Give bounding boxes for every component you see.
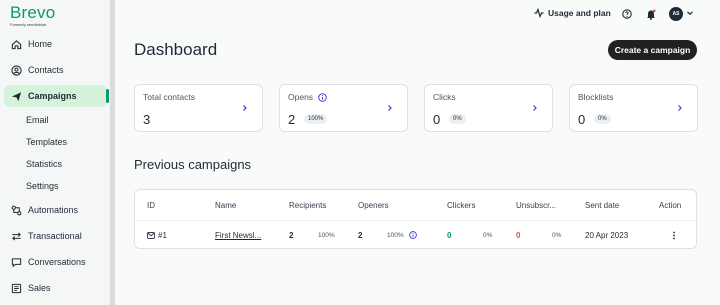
sidebar-item-transactional[interactable]: Transactional bbox=[4, 225, 107, 247]
sidebar-item-label: Sales bbox=[28, 283, 51, 293]
section-title: Previous campaigns bbox=[134, 157, 252, 172]
email-icon bbox=[147, 232, 155, 239]
stat-card-opens[interactable]: Opens 2 100% bbox=[279, 84, 408, 132]
column-header-sent-date: Sent date bbox=[585, 201, 620, 210]
stat-value: 3 bbox=[143, 112, 151, 127]
sidebar-item-label: Home bbox=[28, 39, 53, 49]
sidebar-item-contacts[interactable]: Contacts bbox=[4, 59, 107, 81]
column-header-openers: Openers bbox=[358, 201, 389, 210]
automation-icon bbox=[10, 204, 22, 216]
recipients-pct: 100% bbox=[318, 232, 335, 239]
column-header-clickers: Clickers bbox=[447, 201, 476, 210]
stat-card-blocklists[interactable]: Blocklists 0 0% bbox=[569, 84, 698, 132]
brevo-logo[interactable]: Brevo Formerly sendinblue bbox=[10, 4, 55, 27]
help-button[interactable] bbox=[621, 8, 633, 20]
home-icon bbox=[10, 38, 22, 50]
stat-label: Blocklists bbox=[578, 92, 614, 102]
sidebar-item-label: Conversations bbox=[28, 257, 86, 267]
info-icon[interactable] bbox=[318, 92, 327, 102]
send-icon bbox=[10, 90, 22, 102]
stat-badge: 100% bbox=[304, 114, 328, 124]
sidebar-scrollbar[interactable] bbox=[110, 0, 115, 305]
clickers-count: 0 bbox=[447, 231, 452, 240]
sidebar-item-home[interactable]: Home bbox=[4, 33, 107, 55]
sidebar-item-label: Automations bbox=[28, 205, 79, 215]
chat-icon bbox=[10, 256, 22, 268]
transactional-icon bbox=[10, 230, 22, 242]
campaigns-table: ID Name Recipients Openers Clickers Unsu… bbox=[134, 189, 697, 249]
column-header-name: Name bbox=[215, 201, 237, 210]
contacts-icon bbox=[10, 64, 22, 76]
column-header-action: Action bbox=[659, 201, 682, 210]
subnav-item-templates[interactable]: Templates bbox=[26, 137, 67, 147]
stat-value: 0 bbox=[578, 112, 586, 127]
info-icon[interactable] bbox=[409, 231, 417, 239]
sidebar-item-campaigns[interactable]: Campaigns bbox=[4, 85, 109, 107]
logo-wordmark: Brevo bbox=[10, 3, 56, 22]
sidebar-item-conversations[interactable]: Conversations bbox=[4, 251, 107, 273]
subnav-item-email[interactable]: Email bbox=[26, 115, 49, 125]
chevron-right-icon bbox=[388, 105, 392, 111]
row-id: #1 bbox=[158, 231, 167, 240]
avatar[interactable]: AS bbox=[669, 7, 683, 21]
subnav-item-statistics[interactable]: Statistics bbox=[26, 159, 62, 169]
openers-count: 2 bbox=[358, 231, 363, 240]
usage-and-plan-button[interactable]: Usage and plan bbox=[534, 8, 611, 18]
stat-label: Total contacts bbox=[143, 92, 195, 102]
activity-icon bbox=[534, 8, 544, 18]
sales-icon bbox=[10, 282, 22, 294]
openers-pct: 100% bbox=[387, 232, 404, 239]
stat-value: 0 bbox=[433, 112, 441, 127]
chevron-down-icon[interactable] bbox=[686, 9, 694, 17]
sidebar-item-label: Contacts bbox=[28, 65, 64, 75]
sidebar-item-label: Campaigns bbox=[28, 91, 77, 101]
help-icon bbox=[622, 9, 632, 19]
subnav-item-settings[interactable]: Settings bbox=[26, 181, 59, 191]
bell-icon bbox=[647, 9, 656, 20]
sidebar-item-sales[interactable]: Sales bbox=[4, 277, 107, 299]
unsubscribed-count: 0 bbox=[516, 231, 521, 240]
clickers-pct: 0% bbox=[483, 232, 493, 239]
chevron-right-icon bbox=[243, 105, 247, 111]
sent-date: 20 Apr 2023 bbox=[585, 231, 629, 240]
stat-card-total-contacts[interactable]: Total contacts 3 bbox=[134, 84, 263, 132]
column-header-unsubscribed: Unsubscr... bbox=[516, 201, 557, 210]
stat-badge: 0% bbox=[594, 114, 611, 124]
sidebar-item-label: Transactional bbox=[28, 231, 82, 241]
page-title: Dashboard bbox=[134, 40, 218, 59]
stat-badge: 0% bbox=[449, 114, 466, 124]
campaign-name-link[interactable]: First Newsl... bbox=[215, 231, 261, 240]
column-header-recipients: Recipients bbox=[289, 201, 327, 210]
table-divider bbox=[135, 220, 696, 221]
column-header-id: ID bbox=[147, 201, 155, 210]
more-actions-icon[interactable] bbox=[672, 231, 676, 240]
chevron-right-icon bbox=[533, 105, 537, 111]
usage-label: Usage and plan bbox=[548, 8, 611, 18]
logo-tagline: Formerly sendinblue bbox=[10, 22, 47, 27]
stat-card-clicks[interactable]: Clicks 0 0% bbox=[424, 84, 553, 132]
sidebar-item-automations[interactable]: Automations bbox=[4, 199, 107, 221]
stat-label: Clicks bbox=[433, 92, 456, 102]
sidebar: Brevo Formerly sendinblue Home Contacts … bbox=[0, 0, 115, 305]
unsubscribed-pct: 0% bbox=[552, 232, 562, 239]
recipients-count: 2 bbox=[289, 231, 294, 240]
stat-value: 2 bbox=[288, 112, 296, 127]
create-campaign-button[interactable]: Create a campaign bbox=[608, 40, 697, 60]
notifications-button[interactable] bbox=[645, 8, 657, 20]
chevron-right-icon bbox=[678, 105, 682, 111]
stat-label: Opens bbox=[288, 92, 314, 102]
